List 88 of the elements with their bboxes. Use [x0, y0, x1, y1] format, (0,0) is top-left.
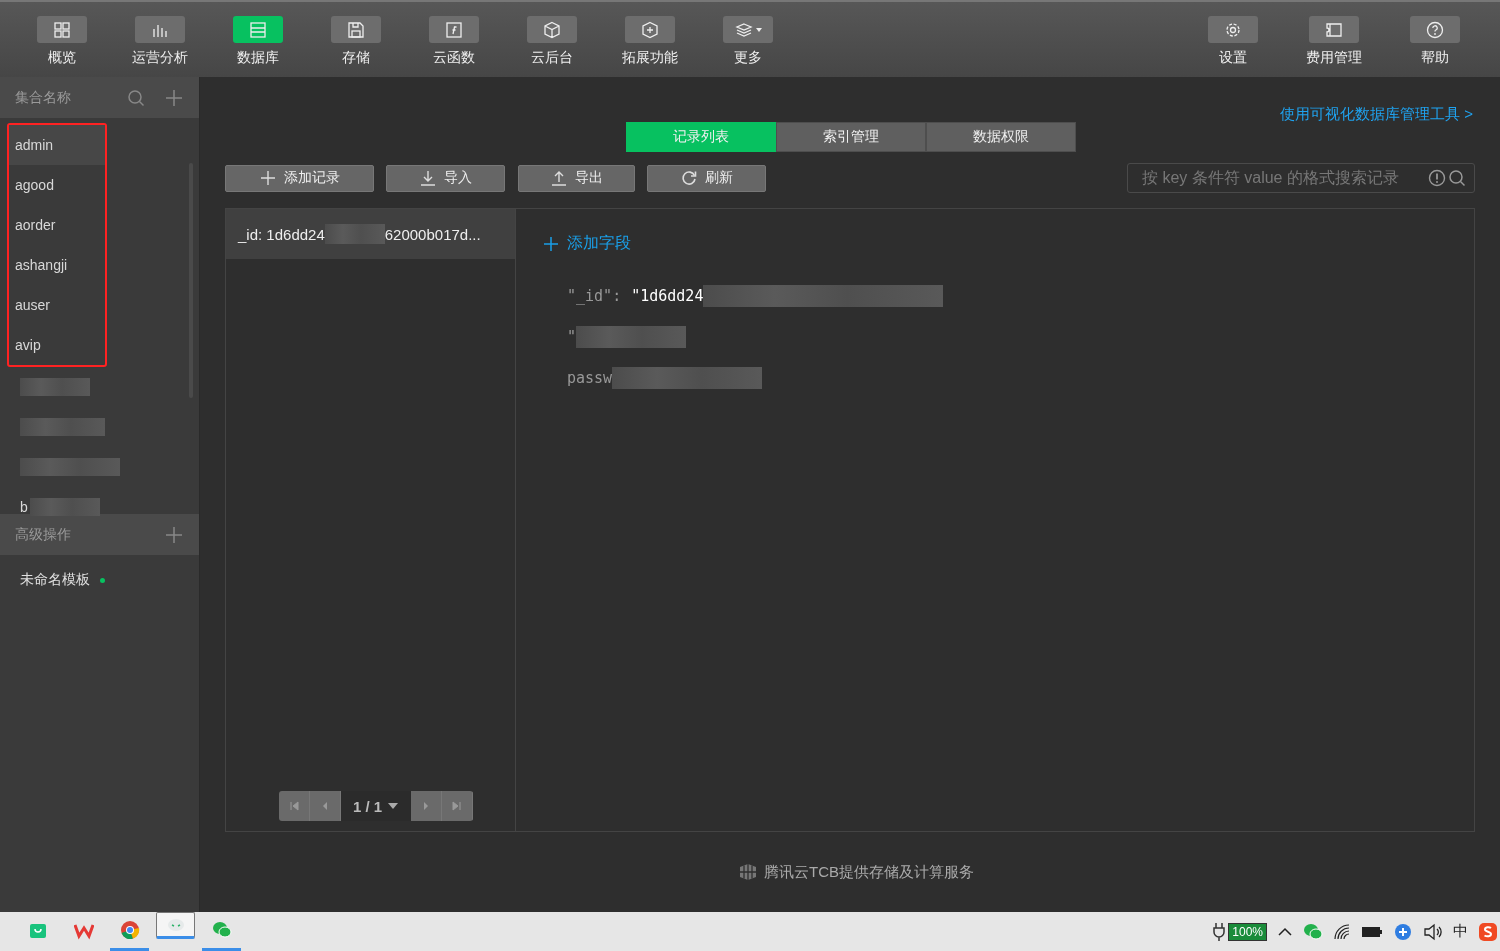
refresh-icon: [680, 170, 697, 186]
record-id: _id: 1d6dd24: [238, 225, 325, 243]
nav-label: 帮助: [1420, 49, 1449, 67]
hexagon-plus-icon: [641, 20, 659, 39]
add-icon[interactable]: [165, 88, 183, 107]
footer-text: 腾讯云TCB提供存储及计算服务: [764, 862, 974, 882]
search-field[interactable]: 按 key 条件符 value 的格式搜索记录: [1127, 163, 1475, 193]
collection-item[interactable]: agood: [9, 165, 105, 205]
s-logo-icon[interactable]: [1478, 921, 1498, 942]
pager-button[interactable]: [410, 791, 442, 821]
collection-item[interactable]: avip: [9, 325, 105, 365]
nav-label: 概览: [48, 49, 76, 67]
caret-icon: [755, 27, 762, 32]
nav-label: 数据库: [237, 49, 279, 67]
caret-icon: [388, 803, 399, 809]
nav-button[interactable]: [135, 16, 185, 43]
field-key: passw: [567, 368, 613, 387]
layers-icon: [734, 20, 753, 39]
chat-bubbles-icon[interactable]: [1303, 921, 1323, 942]
advanced-title: 高级操作: [15, 525, 71, 544]
nav-button[interactable]: [1409, 16, 1460, 43]
template-item[interactable]: 未命名模板: [20, 571, 90, 589]
action-button[interactable]: 刷新: [647, 164, 766, 192]
field-value: "1d6dd24: [631, 286, 704, 305]
redacted-mark: [29, 498, 100, 516]
cube-icon: [543, 20, 561, 39]
action-button[interactable]: 添加记录: [225, 164, 374, 192]
tab[interactable]: 数据权限: [926, 122, 1076, 152]
nav-label: 运营分析: [132, 49, 188, 67]
collection-item[interactable]: ashangji: [9, 245, 105, 285]
info-icon[interactable]: [1428, 169, 1446, 187]
field-key: ": [567, 327, 577, 346]
search-icon[interactable]: [127, 88, 145, 107]
nav-label: 拓展功能: [622, 49, 678, 67]
collection-item[interactable]: admin: [9, 125, 105, 165]
redacted-mark: [20, 378, 90, 396]
nav-button[interactable]: [1207, 16, 1258, 43]
volume-icon[interactable]: [1423, 922, 1443, 941]
download-icon: [419, 170, 436, 186]
function-icon: [445, 20, 463, 39]
collection-item[interactable]: aorder: [9, 205, 105, 245]
tool-link[interactable]: 使用可视化数据库管理工具 >: [1280, 105, 1473, 124]
nav-label: 云后台: [531, 49, 573, 67]
chrome-icon: [119, 920, 140, 940]
nav-button[interactable]: [37, 16, 87, 43]
battery-level: 100%: [1228, 922, 1267, 941]
nav-button[interactable]: [331, 16, 381, 43]
ticket-icon: [1324, 20, 1343, 39]
redacted-mark: [324, 224, 385, 244]
taskbar-app[interactable]: [156, 912, 195, 939]
nav-button[interactable]: [527, 16, 577, 43]
record-item[interactable]: _id: 1d6dd24 62000b017d...: [226, 209, 515, 259]
nav-button[interactable]: [625, 16, 675, 43]
battery-icon[interactable]: [1361, 924, 1383, 939]
upload-icon: [550, 170, 567, 186]
field-key: "_id":: [567, 286, 622, 305]
add-icon[interactable]: [165, 525, 183, 544]
cube-logo-icon: [738, 862, 758, 882]
nav-label: 存储: [342, 49, 370, 67]
grid-icon: [53, 20, 71, 39]
last-page-icon: [451, 801, 462, 811]
action-button[interactable]: 导入: [386, 164, 505, 192]
collection-item[interactable]: b: [20, 499, 28, 515]
first-page-icon: [288, 801, 299, 811]
wifi-icon[interactable]: [1333, 922, 1351, 941]
search-icon[interactable]: [1448, 169, 1466, 187]
nav-label: 设置: [1218, 49, 1247, 67]
collection-item[interactable]: auser: [9, 285, 105, 325]
nav-label: 云函数: [433, 49, 475, 67]
tab[interactable]: 索引管理: [776, 122, 926, 152]
plus-icon: [543, 235, 559, 252]
pager-button[interactable]: [278, 791, 310, 821]
cloud-sync-icon[interactable]: [1393, 921, 1413, 942]
chat-bubbles-icon: [211, 920, 232, 940]
record-id: 62000b017d...: [384, 225, 481, 243]
nav-label: 更多: [734, 49, 762, 67]
collections-title: 集合名称: [15, 88, 71, 107]
plug-icon: [1212, 921, 1227, 942]
add-field-link[interactable]: 添加字段: [543, 233, 1447, 254]
input-method[interactable]: 中: [1453, 922, 1468, 941]
nav-button[interactable]: [429, 16, 479, 43]
plus-icon: [259, 170, 276, 186]
nav-label: 费用管理: [1305, 49, 1362, 67]
action-button[interactable]: 导出: [518, 164, 635, 192]
nav-button[interactable]: [723, 16, 773, 43]
nav-button[interactable]: [1308, 16, 1359, 43]
help-icon: [1425, 20, 1444, 39]
table-icon: [249, 20, 267, 39]
